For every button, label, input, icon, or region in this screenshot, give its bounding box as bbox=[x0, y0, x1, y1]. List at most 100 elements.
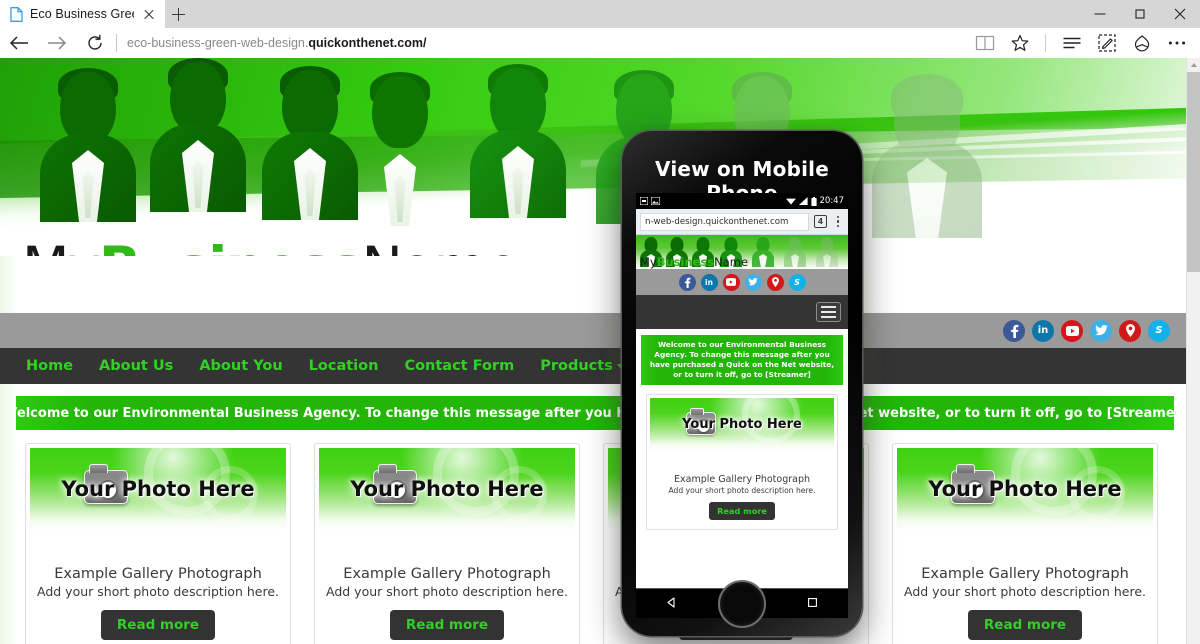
recents-square-icon[interactable] bbox=[807, 595, 818, 613]
maximize-button[interactable] bbox=[1120, 0, 1160, 28]
youtube-icon[interactable] bbox=[1061, 319, 1083, 342]
toolbar-icons bbox=[967, 28, 1200, 58]
gallery-card: Your Photo Here Example Gallery Photogra… bbox=[892, 443, 1158, 644]
gallery-card: Your Photo Here Example Gallery Photogra… bbox=[314, 443, 580, 644]
browser-window: Eco Business Green Wel eco- bbox=[0, 0, 1200, 644]
hub-icon[interactable] bbox=[1054, 28, 1089, 58]
logo-part-3: Name bbox=[362, 235, 520, 257]
nav-item-location[interactable]: Location bbox=[309, 358, 379, 374]
close-button[interactable] bbox=[1160, 0, 1200, 28]
facebook-icon[interactable] bbox=[678, 273, 696, 291]
browser-titlebar: Eco Business Green Wel bbox=[0, 0, 1200, 28]
phone-status-bar: 20:47 bbox=[636, 193, 848, 209]
read-more-button[interactable]: Read more bbox=[967, 610, 1083, 640]
nav-item-home[interactable]: Home bbox=[26, 358, 73, 374]
card-description: Add your short photo description here. bbox=[904, 584, 1146, 599]
hamburger-menu-icon[interactable] bbox=[816, 302, 841, 322]
card-description: Add your short photo description here. bbox=[326, 584, 568, 599]
twitter-icon[interactable] bbox=[1090, 319, 1112, 342]
toolbar-divider bbox=[116, 34, 117, 52]
share-icon[interactable] bbox=[1124, 28, 1159, 58]
scrollbar-thumb[interactable] bbox=[1187, 72, 1200, 272]
phone-site-navigation bbox=[636, 295, 848, 329]
logo-part-3: Name bbox=[714, 255, 749, 269]
card-title: Example Gallery Photograph bbox=[343, 566, 551, 582]
hero-silhouette bbox=[40, 68, 136, 222]
hero-silhouette bbox=[784, 237, 806, 267]
site-logo: MyBusinessName bbox=[22, 240, 519, 257]
card-photo: Your Photo Here bbox=[319, 448, 575, 530]
logo-part-1: My bbox=[22, 235, 101, 257]
new-tab-button[interactable] bbox=[165, 0, 201, 28]
phone-tab-count[interactable]: 4 bbox=[814, 215, 827, 228]
read-more-button[interactable]: Read more bbox=[709, 501, 775, 520]
screenshot-icon bbox=[640, 197, 648, 205]
skype-icon[interactable]: S bbox=[788, 273, 806, 291]
card-description: Add your short photo description here. bbox=[668, 485, 816, 495]
youtube-icon[interactable] bbox=[722, 273, 740, 291]
mobile-phone-overlay: View on Mobile Phone bbox=[622, 131, 862, 636]
phone-home-button[interactable] bbox=[718, 580, 766, 628]
photo-placeholder-label: Your Photo Here bbox=[682, 417, 802, 433]
hero-silhouette bbox=[470, 64, 566, 218]
site-main-navigation: Home About Us About You Location Contact… bbox=[0, 348, 1186, 384]
linkedin-icon[interactable]: in bbox=[700, 273, 718, 291]
phone-url-field[interactable]: n-web-design.quickonthenet.com bbox=[640, 212, 809, 231]
forward-button[interactable] bbox=[38, 28, 76, 58]
logo-part-1: My bbox=[640, 255, 657, 269]
image-icon bbox=[651, 197, 660, 205]
facebook-icon[interactable] bbox=[1003, 319, 1025, 342]
location-pin-icon[interactable] bbox=[1119, 319, 1141, 342]
card-description: Add your short photo description here. bbox=[37, 584, 279, 599]
phone-screen: 20:47 n-web-design.quickonthenet.com 4 M… bbox=[636, 193, 848, 618]
page-scrollbar[interactable] bbox=[1186, 58, 1200, 644]
minimize-button[interactable] bbox=[1080, 0, 1120, 28]
scroll-up-arrow-icon[interactable] bbox=[1187, 58, 1200, 72]
page-icon bbox=[10, 6, 23, 22]
card-title: Example Gallery Photograph bbox=[54, 566, 262, 582]
twitter-icon[interactable] bbox=[744, 273, 762, 291]
phone-browser-omnibox: n-web-design.quickonthenet.com 4 bbox=[636, 209, 848, 235]
skype-icon[interactable]: S bbox=[1148, 319, 1170, 342]
card-photo: Your Photo Here bbox=[30, 448, 286, 530]
location-pin-icon[interactable] bbox=[766, 273, 784, 291]
web-note-icon[interactable] bbox=[1089, 28, 1124, 58]
browser-toolbar: eco-business-green-web-design.quickonthe… bbox=[0, 28, 1200, 58]
favorites-star-icon[interactable] bbox=[1002, 28, 1037, 58]
card-title: Example Gallery Photograph bbox=[921, 566, 1129, 582]
back-button[interactable] bbox=[0, 28, 38, 58]
nav-item-about-us[interactable]: About Us bbox=[99, 358, 173, 374]
close-icon[interactable] bbox=[141, 6, 157, 22]
address-bar[interactable]: eco-business-green-web-design.quickonthe… bbox=[125, 36, 967, 50]
linkedin-icon[interactable]: in bbox=[1032, 319, 1054, 342]
phone-gallery-card: Your Photo Here Example Gallery Photogra… bbox=[646, 393, 838, 530]
gallery-row: Your Photo Here Example Gallery Photogra… bbox=[0, 443, 1186, 644]
logo-part-2: Business bbox=[99, 235, 363, 257]
phone-streamer-banner: Welcome to our Environmental Business Ag… bbox=[641, 335, 843, 385]
back-triangle-icon[interactable] bbox=[666, 595, 677, 613]
hero-silhouette bbox=[872, 74, 982, 238]
reading-view-icon[interactable] bbox=[967, 28, 1002, 58]
tab-title: Eco Business Green Wel bbox=[30, 7, 134, 21]
read-more-button[interactable]: Read more bbox=[100, 610, 216, 640]
nav-item-contact-form[interactable]: Contact Form bbox=[404, 358, 514, 374]
browser-tab[interactable]: Eco Business Green Wel bbox=[0, 0, 165, 28]
nav-item-about-you[interactable]: About You bbox=[199, 358, 282, 374]
card-title: Example Gallery Photograph bbox=[674, 473, 810, 485]
address-prefix: eco-business-green-web-design. bbox=[127, 36, 309, 50]
hero-silhouette bbox=[150, 58, 246, 212]
read-more-button[interactable]: Read more bbox=[389, 610, 505, 640]
phone-social-icons-bar: in S bbox=[636, 269, 848, 295]
hero-silhouette bbox=[816, 237, 838, 267]
signal-icon bbox=[798, 197, 808, 205]
refresh-button[interactable] bbox=[76, 28, 114, 58]
gallery-card: Your Photo Here Example Gallery Photogra… bbox=[25, 443, 291, 644]
photo-placeholder-label: Your Photo Here bbox=[61, 477, 255, 501]
overflow-menu-icon[interactable] bbox=[832, 215, 844, 228]
phone-site-hero: MyBusinessName bbox=[636, 235, 848, 269]
more-icon[interactable] bbox=[1159, 28, 1194, 58]
wifi-icon bbox=[785, 197, 796, 205]
window-controls bbox=[1080, 0, 1200, 28]
site-hero-banner: MyBusinessName bbox=[0, 58, 1186, 256]
card-photo: Your Photo Here bbox=[897, 448, 1153, 530]
